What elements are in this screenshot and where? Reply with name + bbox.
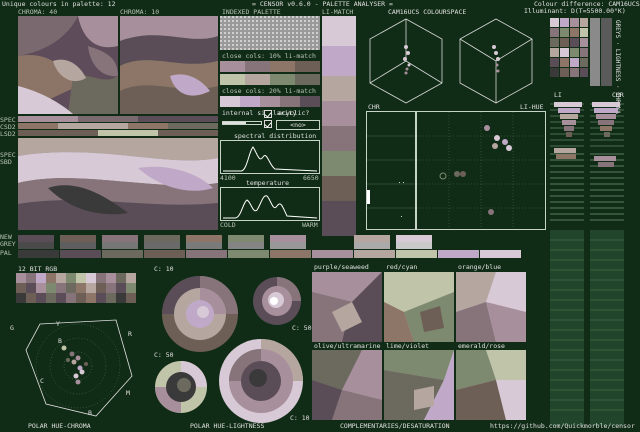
comp-red-cyan xyxy=(384,272,454,342)
spectral-distribution-chart xyxy=(220,140,320,174)
hue-lightness-disc-2 xyxy=(252,276,302,326)
grey-swatch-column xyxy=(590,18,612,86)
li-label: LI xyxy=(554,91,562,99)
chroma-40-map xyxy=(18,16,118,114)
spectral-max-label: 6650 xyxy=(303,174,319,182)
palette-swatch xyxy=(396,250,437,258)
close-cols-10-strip-a xyxy=(220,61,320,72)
chr-chart xyxy=(366,111,416,230)
palette-swatch xyxy=(354,250,395,258)
purple-seaweed-label: purple/seaweed xyxy=(314,263,369,271)
spectral-min-label: 4100 xyxy=(220,174,236,182)
palette-swatch xyxy=(270,250,311,258)
red-cyan-label: red/cyan xyxy=(386,263,418,271)
sbd-label: SBD xyxy=(0,158,12,166)
palette-swatch xyxy=(312,250,353,258)
lightness-chroma-ladder xyxy=(550,100,630,426)
hue-lightness-disc-4 xyxy=(218,338,304,424)
comp-olive-ultramarine xyxy=(312,350,382,420)
indexed-palette-grid xyxy=(220,16,320,50)
lime-violet-label: lime/violet xyxy=(386,342,430,350)
twelve-bit-swatches xyxy=(16,273,146,305)
app-title: = CENSOR v0.6.0 - PALETTE ANALYSER = xyxy=(252,0,393,8)
new-grey-swatches xyxy=(18,235,438,249)
li-match-column xyxy=(322,16,356,236)
hue-lightness-disc-3 xyxy=(154,360,208,414)
palette-swatch xyxy=(60,250,101,258)
comp-orange-blue xyxy=(456,272,526,342)
greys-swatch-grid xyxy=(550,18,588,86)
comp-emerald-rose xyxy=(456,350,526,420)
temperature-label: temperature xyxy=(246,179,290,187)
chr-left-label: CHR xyxy=(368,103,380,111)
palette-swatch xyxy=(18,250,59,258)
close-cols-20-label: close cols: 20% li-match xyxy=(222,87,316,95)
indexed-palette-label: INDEXED PALETTE xyxy=(222,8,281,16)
complementaries-label: COMPLEMENTARIES/DESATURATION xyxy=(340,422,450,430)
warm-label: WARM xyxy=(302,221,318,229)
comp-purple-seaweed xyxy=(312,272,382,342)
axis-c: C xyxy=(40,377,44,385)
c50-b-label: C: 50 xyxy=(154,351,174,359)
acyclic-value: <no> xyxy=(276,120,320,130)
axis-r: R xyxy=(128,330,132,338)
li-hue-chart xyxy=(416,111,546,230)
axis-y: Y xyxy=(56,320,60,328)
close-cols-10-label: close cols: 10% li-match xyxy=(222,52,316,60)
pal-label: PAL xyxy=(0,249,12,257)
palette-row xyxy=(18,250,522,258)
temperature-chart xyxy=(220,187,320,221)
c10-b-label: C: 10 xyxy=(290,414,310,422)
spectral-distribution-label: spectral distribution xyxy=(234,132,317,140)
palette-swatch xyxy=(102,250,143,258)
polar-hue-chroma xyxy=(16,310,146,424)
li-hue-label: LI-HUE xyxy=(520,103,544,111)
close-cols-20-strip xyxy=(220,96,320,107)
similarity-meter xyxy=(222,121,262,125)
colourspace-label: CAM16UCS COLOURSPACE xyxy=(388,8,467,16)
orange-blue-label: orange/blue xyxy=(458,263,502,271)
twelve-bit-label: 12 BIT RGB xyxy=(18,265,58,273)
c50-a-label: C: 50 xyxy=(292,324,312,332)
spectral-strips xyxy=(18,116,218,137)
palette-swatch xyxy=(144,250,185,258)
close-cols-10-strip-b xyxy=(220,74,320,85)
polar-hue-lightness-label: POLAR HUE-LIGHTNESS xyxy=(190,422,265,430)
li-match-label: LI-MATCH xyxy=(322,8,354,16)
axis-m: M xyxy=(126,389,130,397)
cold-label: COLD xyxy=(220,221,236,229)
axis-b2: B xyxy=(58,337,62,345)
axis-g: G xyxy=(10,324,14,332)
olive-ultramarine-label: olive/ultramarine xyxy=(314,342,381,350)
spectral-band-map xyxy=(18,138,218,230)
axis-b: B xyxy=(88,409,92,417)
colourspace-cubes xyxy=(362,17,540,107)
comp-lime-violet xyxy=(384,350,454,420)
palette-swatch xyxy=(228,250,269,258)
palette-swatch xyxy=(438,250,479,258)
chroma-10-label: CHROMA: 10 xyxy=(120,8,160,16)
palette-swatch xyxy=(480,250,521,258)
emerald-rose-label: emerald/rose xyxy=(458,342,505,350)
github-link[interactable]: https://github.com/Quickmorble/censor xyxy=(490,423,635,430)
grey-label: GREY xyxy=(0,240,16,248)
acyclic-checkbox[interactable] xyxy=(264,120,272,128)
internal-similarity-checkbox[interactable] xyxy=(264,110,272,118)
acyclic-label: acyclic? xyxy=(278,109,310,117)
chroma-10-map xyxy=(120,16,218,114)
polar-hue-chroma-label: POLAR HUE-CHROMA xyxy=(28,422,91,430)
chroma-40-label: CHROMA: 40 xyxy=(18,8,58,16)
lsd2-label: LSD2 xyxy=(0,130,16,138)
c10-a-label: C: 10 xyxy=(154,265,174,273)
illuminant-label: Illuminant: D(T=5500.00°K) xyxy=(524,7,626,15)
unique-colours-label: Unique colours in palette: 12 xyxy=(2,0,116,8)
palette-swatch xyxy=(186,250,227,258)
